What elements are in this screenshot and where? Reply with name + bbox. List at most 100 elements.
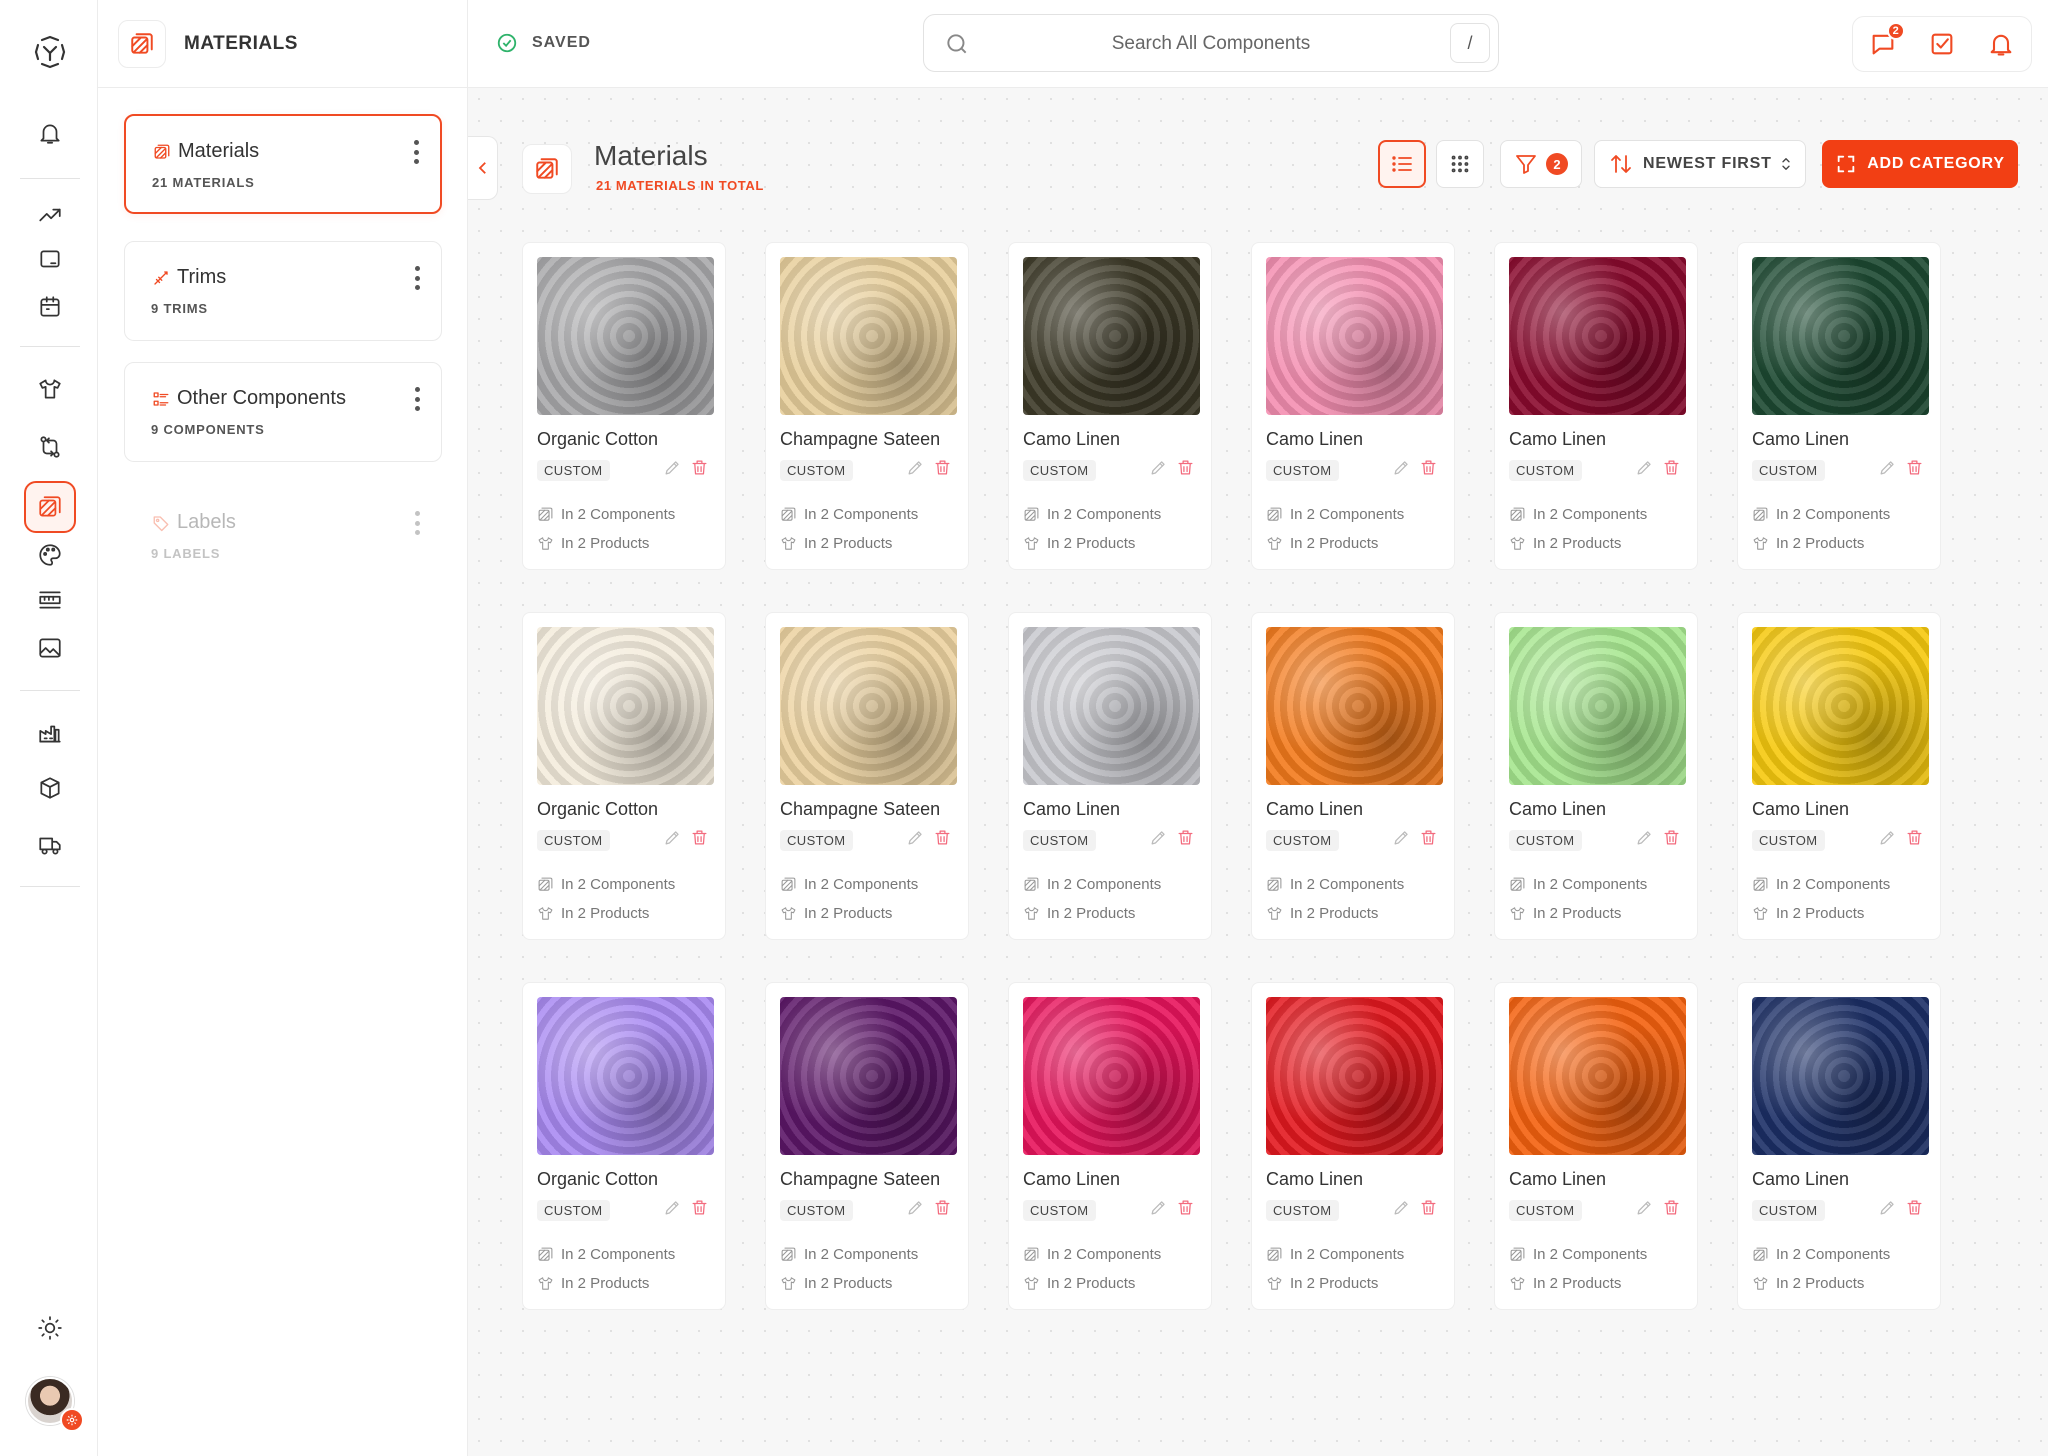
inventory-nav[interactable] (28, 766, 72, 810)
theme-toggle[interactable] (28, 1306, 72, 1350)
material-card[interactable]: Camo Linen CUSTOM In 2 Components In 2 P… (1737, 242, 1941, 570)
edit-button[interactable] (1149, 828, 1168, 852)
edit-button[interactable] (663, 828, 682, 852)
trash-icon (1664, 460, 1679, 475)
material-card[interactable]: Camo Linen CUSTOM In 2 Components In 2 P… (1008, 612, 1212, 940)
sort-select[interactable]: NEWEST FIRST (1594, 140, 1806, 188)
material-card[interactable]: Camo Linen CUSTOM In 2 Components In 2 P… (1251, 982, 1455, 1310)
materials-nav[interactable] (24, 481, 76, 533)
edit-button[interactable] (1878, 1198, 1897, 1222)
delete-button[interactable] (933, 458, 952, 482)
materials-icon (1267, 1247, 1282, 1261)
search-input[interactable] (984, 29, 1438, 59)
edit-button[interactable] (1635, 1198, 1654, 1222)
materials-icon (522, 144, 572, 194)
delete-button[interactable] (1662, 828, 1681, 852)
collapse-panel-button[interactable] (468, 136, 498, 200)
delete-button[interactable] (1176, 828, 1195, 852)
alerts-button[interactable] (1985, 28, 2017, 60)
edit-button[interactable] (663, 458, 682, 482)
edit-button[interactable] (906, 458, 925, 482)
delete-button[interactable] (1662, 458, 1681, 482)
more-options-icon[interactable] (413, 387, 421, 411)
calendar-nav[interactable] (28, 285, 72, 329)
delete-button[interactable] (690, 458, 709, 482)
dashboard-nav[interactable] (28, 238, 72, 282)
filter-button[interactable]: 2 (1500, 140, 1582, 188)
products-usage: In 2 Products (1023, 905, 1199, 922)
top-actions: 2 (1852, 16, 2032, 72)
styles-nav[interactable] (28, 367, 72, 411)
delete-button[interactable] (1662, 1198, 1681, 1222)
notifications-nav[interactable] (28, 111, 72, 155)
category-card-trims[interactable]: Trims 9 TRIMS (124, 241, 442, 341)
delete-button[interactable] (1905, 1198, 1924, 1222)
add-category-button[interactable]: ADD CATEGORY (1822, 140, 2018, 188)
messages-button[interactable]: 2 (1867, 22, 1905, 60)
category-card-materials[interactable]: Materials 21 MATERIALS (124, 114, 442, 214)
pencil-icon (1880, 831, 1894, 845)
material-card[interactable]: Champagne Sateen CUSTOM In 2 Components … (765, 612, 969, 940)
material-card[interactable]: Camo Linen CUSTOM In 2 Components In 2 P… (1251, 612, 1455, 940)
material-card[interactable]: Organic Cotton CUSTOM In 2 Components In… (522, 612, 726, 940)
shipping-nav[interactable] (28, 823, 72, 867)
delete-button[interactable] (933, 1198, 952, 1222)
material-card[interactable]: Camo Linen CUSTOM In 2 Components In 2 P… (1737, 982, 1941, 1310)
edit-button[interactable] (1392, 1198, 1411, 1222)
delete-button[interactable] (1419, 828, 1438, 852)
delete-button[interactable] (1176, 458, 1195, 482)
material-card[interactable]: Camo Linen CUSTOM In 2 Components In 2 P… (1251, 242, 1455, 570)
sizes-nav[interactable] (28, 578, 72, 622)
trash-icon (1907, 830, 1922, 845)
edit-button[interactable] (906, 828, 925, 852)
material-card[interactable]: Organic Cotton CUSTOM In 2 Components In… (522, 242, 726, 570)
workflow-nav[interactable] (28, 425, 72, 469)
products-usage-text: In 2 Products (1533, 905, 1622, 922)
delete-button[interactable] (1419, 1198, 1438, 1222)
delete-button[interactable] (1419, 458, 1438, 482)
edit-button[interactable] (1635, 458, 1654, 482)
factories-nav[interactable] (28, 711, 72, 755)
material-card[interactable]: Champagne Sateen CUSTOM In 2 Components … (765, 982, 969, 1310)
material-card[interactable]: Camo Linen CUSTOM In 2 Components In 2 P… (1737, 612, 1941, 940)
material-name: Camo Linen (1752, 799, 1850, 819)
edit-button[interactable] (1392, 458, 1411, 482)
edit-button[interactable] (1878, 828, 1897, 852)
analytics-nav[interactable] (28, 193, 72, 237)
delete-button[interactable] (690, 828, 709, 852)
edit-button[interactable] (1149, 1198, 1168, 1222)
edit-button[interactable] (1392, 828, 1411, 852)
material-card[interactable]: Champagne Sateen CUSTOM In 2 Components … (765, 242, 969, 570)
list-view-button[interactable] (1378, 140, 1426, 188)
delete-button[interactable] (933, 828, 952, 852)
gallery-nav[interactable] (28, 626, 72, 670)
tasks-button[interactable] (1926, 28, 1958, 60)
material-name: Camo Linen (1509, 1169, 1607, 1189)
edit-button[interactable] (906, 1198, 925, 1222)
material-card[interactable]: Camo Linen CUSTOM In 2 Components In 2 P… (1008, 242, 1212, 570)
delete-button[interactable] (1905, 458, 1924, 482)
edit-button[interactable] (1878, 458, 1897, 482)
settings-badge[interactable] (60, 1408, 84, 1432)
category-card-other-components[interactable]: Other Components 9 COMPONENTS (124, 362, 442, 462)
pencil-icon (665, 461, 679, 475)
colors-nav[interactable] (28, 533, 72, 577)
delete-button[interactable] (690, 1198, 709, 1222)
more-options-icon[interactable] (412, 140, 420, 164)
edit-button[interactable] (663, 1198, 682, 1222)
logo-icon[interactable] (32, 34, 68, 70)
material-card[interactable]: Camo Linen CUSTOM In 2 Components In 2 P… (1494, 242, 1698, 570)
edit-button[interactable] (1149, 458, 1168, 482)
material-card[interactable]: Organic Cotton CUSTOM In 2 Components In… (522, 982, 726, 1310)
material-card[interactable]: Camo Linen CUSTOM In 2 Components In 2 P… (1494, 982, 1698, 1310)
more-options-icon[interactable] (413, 266, 421, 290)
components-usage: In 2 Components (1266, 506, 1442, 523)
material-tag: CUSTOM (1752, 829, 1825, 851)
grid-view-button[interactable] (1436, 140, 1484, 188)
material-card[interactable]: Camo Linen CUSTOM In 2 Components In 2 P… (1494, 612, 1698, 940)
edit-button[interactable] (1635, 828, 1654, 852)
delete-button[interactable] (1905, 828, 1924, 852)
components-usage: In 2 Components (537, 1246, 713, 1263)
material-card[interactable]: Camo Linen CUSTOM In 2 Components In 2 P… (1008, 982, 1212, 1310)
delete-button[interactable] (1176, 1198, 1195, 1222)
